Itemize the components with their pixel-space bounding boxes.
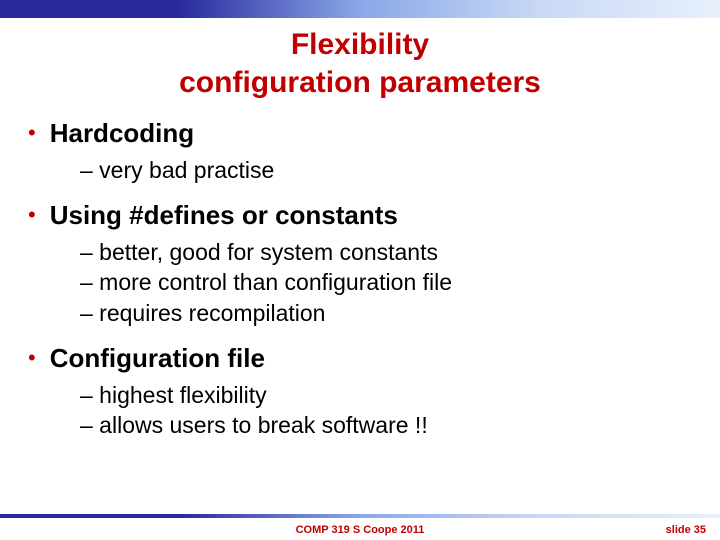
bullet-heading: Configuration file	[50, 342, 265, 376]
sub-list: – better, good for system constants – mo…	[80, 237, 692, 328]
bullet-heading: Using #defines or constants	[50, 199, 398, 233]
slide-footer: COMP 319 S Coope 2011 slide 35	[0, 520, 720, 540]
bullet-marker-icon: •	[28, 119, 36, 148]
title-line-2: configuration parameters	[0, 64, 720, 102]
bottom-accent-bar	[0, 514, 720, 518]
top-accent-bar	[0, 0, 720, 18]
bullet-item: • Using #defines or constants	[28, 199, 692, 233]
footer-slide-number: slide 35	[666, 524, 706, 536]
bullet-item: • Configuration file	[28, 342, 692, 376]
bullet-heading: Hardcoding	[50, 117, 194, 151]
title-line-1: Flexibility	[0, 26, 720, 64]
sub-item: – allows users to break software !!	[80, 410, 692, 440]
sub-item: – highest flexibility	[80, 380, 692, 410]
slide-title: Flexibility configuration parameters	[0, 26, 720, 101]
sub-list: – very bad practise	[80, 155, 692, 185]
sub-item: – better, good for system constants	[80, 237, 692, 267]
sub-list: – highest flexibility – allows users to …	[80, 380, 692, 441]
sub-item: – requires recompilation	[80, 298, 692, 328]
bullet-marker-icon: •	[28, 344, 36, 373]
sub-item: – very bad practise	[80, 155, 692, 185]
sub-item: – more control than configuration file	[80, 267, 692, 297]
bullet-item: • Hardcoding	[28, 117, 692, 151]
bullet-marker-icon: •	[28, 201, 36, 230]
slide-content: • Hardcoding – very bad practise • Using…	[0, 101, 720, 441]
footer-course-info: COMP 319 S Coope 2011	[0, 524, 720, 536]
